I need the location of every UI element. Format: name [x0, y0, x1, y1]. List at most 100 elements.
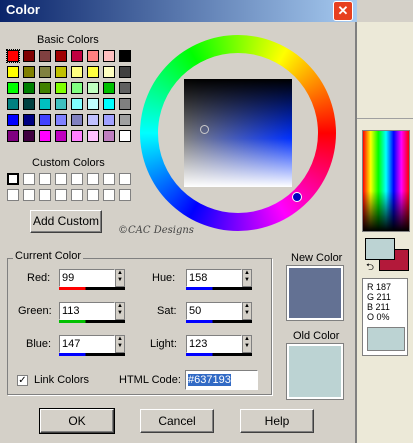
custom-color-swatch[interactable]: [119, 189, 131, 201]
help-button[interactable]: Help: [240, 409, 314, 433]
red-indicator-bar: [59, 287, 125, 290]
basic-color-swatch[interactable]: [119, 50, 131, 62]
basic-color-swatch[interactable]: [55, 114, 67, 126]
light-spinner[interactable]: ▲ ▼: [242, 335, 252, 353]
basic-color-swatch[interactable]: [55, 82, 67, 94]
ok-button[interactable]: OK: [39, 408, 115, 434]
green-spinner[interactable]: ▲ ▼: [115, 302, 125, 320]
basic-color-swatch[interactable]: [39, 66, 51, 78]
custom-color-swatch[interactable]: [119, 173, 131, 185]
basic-color-swatch[interactable]: [119, 114, 131, 126]
red-spinner[interactable]: ▲ ▼: [115, 269, 125, 287]
basic-color-swatch[interactable]: [23, 66, 35, 78]
basic-color-swatch[interactable]: [87, 50, 99, 62]
sat-field[interactable]: 50: [186, 302, 242, 320]
basic-color-swatch[interactable]: [119, 66, 131, 78]
custom-color-swatch[interactable]: [23, 189, 35, 201]
green-label: Green:: [18, 305, 52, 317]
readout-sample: [367, 327, 405, 351]
custom-color-swatch[interactable]: [39, 173, 51, 185]
cancel-button[interactable]: Cancel: [140, 409, 214, 433]
swap-colors-icon[interactable]: ⮌: [366, 260, 374, 277]
basic-color-swatch[interactable]: [103, 98, 115, 110]
custom-color-swatch[interactable]: [103, 173, 115, 185]
hue-field[interactable]: 158: [186, 269, 242, 287]
basic-color-swatch[interactable]: [39, 98, 51, 110]
basic-color-swatch[interactable]: [71, 50, 83, 62]
basic-color-swatch[interactable]: [103, 114, 115, 126]
custom-color-swatch[interactable]: [87, 173, 99, 185]
basic-color-swatch[interactable]: [71, 98, 83, 110]
custom-color-swatch[interactable]: [71, 173, 83, 185]
basic-color-swatch[interactable]: [71, 130, 83, 142]
basic-color-swatch[interactable]: [103, 82, 115, 94]
foreground-color-swatch[interactable]: [365, 238, 395, 260]
link-colors-label: Link Colors: [34, 374, 90, 386]
basic-color-swatch[interactable]: [87, 130, 99, 142]
close-button[interactable]: ✕: [333, 1, 353, 21]
custom-color-swatch[interactable]: [7, 173, 19, 185]
basic-color-swatch[interactable]: [7, 82, 19, 94]
custom-color-swatch[interactable]: [87, 189, 99, 201]
basic-color-swatch[interactable]: [119, 130, 131, 142]
basic-color-swatch[interactable]: [55, 66, 67, 78]
basic-color-swatch[interactable]: [71, 114, 83, 126]
html-code-value: #637193: [188, 374, 231, 386]
basic-color-swatch[interactable]: [87, 98, 99, 110]
basic-color-swatch[interactable]: [87, 66, 99, 78]
materials-spectrum[interactable]: [362, 130, 410, 232]
basic-color-swatch[interactable]: [103, 130, 115, 142]
light-field[interactable]: 123: [186, 335, 242, 353]
title-bar[interactable]: [0, 0, 357, 22]
hue-spinner[interactable]: ▲ ▼: [242, 269, 252, 287]
basic-color-swatch[interactable]: [103, 66, 115, 78]
sl-picker-marker[interactable]: [200, 125, 209, 134]
custom-color-swatch[interactable]: [7, 189, 19, 201]
basic-color-swatch[interactable]: [103, 50, 115, 62]
basic-color-swatch[interactable]: [23, 98, 35, 110]
basic-color-swatch[interactable]: [55, 50, 67, 62]
custom-color-swatch[interactable]: [39, 189, 51, 201]
basic-color-swatch[interactable]: [87, 114, 99, 126]
basic-color-swatch[interactable]: [39, 114, 51, 126]
red-label: Red:: [27, 272, 51, 284]
blue-spinner[interactable]: ▲ ▼: [115, 335, 125, 353]
custom-color-swatch[interactable]: [103, 189, 115, 201]
custom-color-swatch[interactable]: [55, 189, 67, 201]
basic-color-swatch[interactable]: [39, 130, 51, 142]
saturation-lightness-square[interactable]: [184, 79, 292, 187]
custom-color-swatch[interactable]: [23, 173, 35, 185]
red-field[interactable]: 99: [59, 269, 115, 287]
hue-indicator-bar: [186, 287, 252, 290]
basic-color-swatch[interactable]: [23, 82, 35, 94]
blue-field[interactable]: 147: [59, 335, 115, 353]
basic-color-swatch[interactable]: [71, 66, 83, 78]
link-colors-checkbox[interactable]: ✓: [17, 375, 28, 386]
basic-color-swatch[interactable]: [6, 49, 20, 63]
sat-spinner[interactable]: ▲ ▼: [242, 302, 252, 320]
basic-color-swatch[interactable]: [87, 82, 99, 94]
basic-color-swatch[interactable]: [7, 130, 19, 142]
basic-color-swatch[interactable]: [23, 50, 35, 62]
custom-color-swatch[interactable]: [71, 189, 83, 201]
custom-color-swatch[interactable]: [55, 173, 67, 185]
basic-color-swatch[interactable]: [23, 130, 35, 142]
basic-color-swatch[interactable]: [119, 98, 131, 110]
basic-color-swatch[interactable]: [7, 114, 19, 126]
basic-color-swatch[interactable]: [71, 82, 83, 94]
green-field[interactable]: 113: [59, 302, 115, 320]
basic-color-swatch[interactable]: [55, 98, 67, 110]
basic-color-swatch[interactable]: [119, 82, 131, 94]
add-custom-button[interactable]: Add Custom: [30, 210, 102, 233]
basic-color-swatch[interactable]: [55, 130, 67, 142]
basic-color-swatch[interactable]: [7, 66, 19, 78]
basic-color-swatch[interactable]: [7, 98, 19, 110]
background-app-titlebar: [357, 0, 413, 22]
old-color-preview[interactable]: [286, 343, 344, 400]
hue-picker-marker[interactable]: [292, 192, 302, 202]
basic-color-swatch[interactable]: [23, 114, 35, 126]
old-color-label: Old Color: [293, 330, 340, 342]
basic-color-swatch[interactable]: [39, 82, 51, 94]
basic-color-swatch[interactable]: [39, 50, 51, 62]
html-code-field[interactable]: #637193: [185, 370, 258, 390]
